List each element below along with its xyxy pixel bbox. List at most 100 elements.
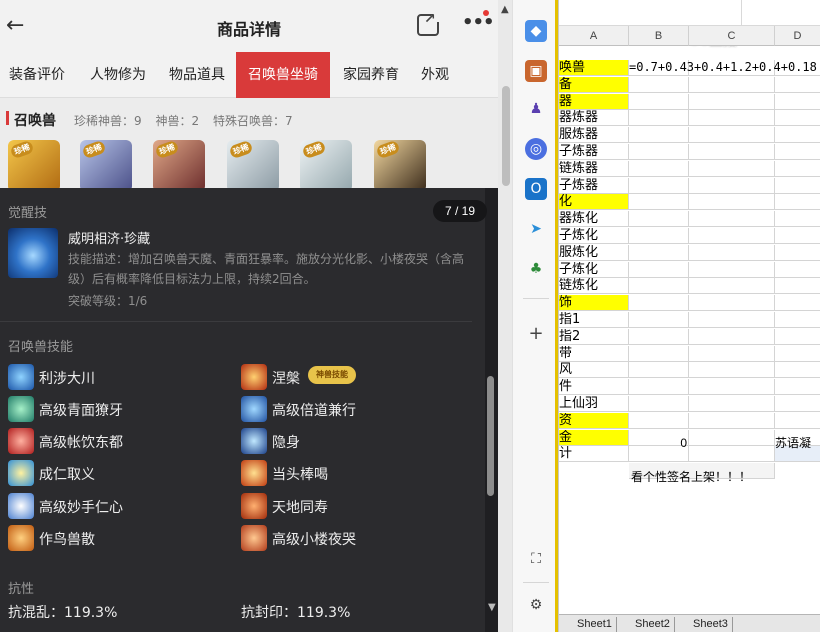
row-label-cell[interactable]: 备	[559, 77, 629, 93]
row-label-cell[interactable]: 器	[559, 94, 629, 110]
grid-cell[interactable]	[689, 413, 775, 429]
summon-avatar[interactable]: 珍稀	[227, 140, 279, 192]
formula-cell[interactable]: =0.7+0.43+0.4+1.2+0.4+0.18	[629, 60, 817, 74]
grid-cell[interactable]	[689, 362, 775, 378]
tab-summons[interactable]: 召唤兽坐骑	[236, 52, 330, 98]
grid-cell[interactable]	[775, 312, 820, 328]
grid-cell[interactable]	[629, 161, 689, 177]
grid-cell[interactable]	[775, 178, 820, 194]
row-label-cell[interactable]: 链炼化	[559, 278, 629, 294]
grid-cell[interactable]	[775, 262, 820, 278]
grid-cell[interactable]	[775, 413, 820, 429]
grid-cell[interactable]	[629, 396, 689, 412]
row-label-cell[interactable]: 金	[559, 430, 629, 446]
grid-cell[interactable]	[689, 127, 775, 143]
grid-cell[interactable]	[775, 228, 820, 244]
grid-cell[interactable]	[629, 127, 689, 143]
grid-cell[interactable]	[629, 278, 689, 294]
grid-cell[interactable]	[629, 362, 689, 378]
summon-avatar[interactable]: 珍稀	[8, 140, 60, 192]
grid-cell[interactable]	[775, 245, 820, 261]
row-label-cell[interactable]: 子炼化	[559, 262, 629, 278]
grid-cell[interactable]	[629, 77, 689, 93]
grid-cell[interactable]	[689, 396, 775, 412]
grid-cell[interactable]	[775, 77, 820, 93]
scroll-down-icon[interactable]: ▼	[488, 602, 496, 613]
grid-cell[interactable]	[775, 144, 820, 160]
summon-avatar[interactable]: 珍稀	[300, 140, 352, 192]
column-header-c[interactable]: C	[689, 26, 775, 46]
grid-cell[interactable]	[629, 312, 689, 328]
grid-cell[interactable]	[689, 194, 775, 210]
row-label-cell[interactable]: 器炼化	[559, 211, 629, 227]
grid-cell[interactable]	[689, 144, 775, 160]
row-label-cell[interactable]: 化	[559, 194, 629, 210]
grid-cell[interactable]	[775, 396, 820, 412]
tab-appearance[interactable]: 外观	[412, 52, 458, 98]
grid-cell[interactable]	[629, 379, 689, 395]
summon-avatar[interactable]: 珍稀	[374, 140, 426, 192]
send-icon[interactable]: ➤	[525, 218, 547, 240]
grid-cell[interactable]	[689, 278, 775, 294]
row-label-cell[interactable]: 风	[559, 362, 629, 378]
grid-cell[interactable]	[689, 77, 775, 93]
column-header-d[interactable]: D	[775, 26, 820, 46]
more-icon[interactable]: •••	[462, 12, 495, 33]
grid-cell[interactable]	[629, 413, 689, 429]
summon-avatar[interactable]: 珍稀	[80, 140, 132, 192]
column-header-a[interactable]: A	[559, 26, 629, 46]
grid-cell[interactable]	[689, 245, 775, 261]
gear-icon[interactable]: ⚙	[525, 594, 547, 616]
grid-cell[interactable]	[629, 346, 689, 362]
grid-cell[interactable]	[689, 178, 775, 194]
copilot-icon[interactable]: ◎	[525, 138, 547, 160]
grid-cell[interactable]	[689, 430, 775, 446]
total-value-cell[interactable]: 0	[679, 436, 687, 450]
signature-cell[interactable]: 看个性签名上架！！！	[631, 468, 751, 485]
grid-cell[interactable]	[689, 295, 775, 311]
row-label-cell[interactable]: 唤兽	[559, 60, 629, 76]
row-label-cell[interactable]: 子炼器	[559, 178, 629, 194]
grid-cell[interactable]	[775, 295, 820, 311]
row-label-cell[interactable]: 计	[559, 446, 629, 462]
grid-cell[interactable]	[775, 194, 820, 210]
row-label-cell[interactable]: 指1	[559, 312, 629, 328]
row-label-cell[interactable]: 带	[559, 346, 629, 362]
grid-cell[interactable]	[689, 228, 775, 244]
grid-cell[interactable]	[629, 211, 689, 227]
grid-cell[interactable]	[775, 362, 820, 378]
tab-cultivation[interactable]: 人物修为	[80, 52, 156, 98]
grid-cell[interactable]	[775, 94, 820, 110]
row-label-cell[interactable]: 子炼器	[559, 144, 629, 160]
briefcase-icon[interactable]: ▣	[525, 60, 547, 82]
row-label-cell[interactable]: 服炼器	[559, 127, 629, 143]
grid-cell[interactable]	[775, 346, 820, 362]
tag-icon[interactable]: ◆	[525, 20, 547, 42]
grid-cell[interactable]	[629, 110, 689, 126]
column-header-b[interactable]: B	[629, 26, 689, 46]
grid-cell[interactable]	[629, 262, 689, 278]
grid-cell[interactable]	[629, 295, 689, 311]
tree-icon[interactable]: ♣	[525, 258, 547, 280]
row-label-cell[interactable]: 上仙羽	[559, 396, 629, 412]
row-label-cell[interactable]: 子炼化	[559, 228, 629, 244]
grid-cell[interactable]	[689, 379, 775, 395]
row-label-cell[interactable]: 件	[559, 379, 629, 395]
grid-cell[interactable]	[629, 228, 689, 244]
tab-home[interactable]: 家园养育	[334, 52, 408, 98]
grid-cell[interactable]	[775, 161, 820, 177]
tab-items[interactable]: 物品道具	[160, 52, 234, 98]
people-icon[interactable]: ♟	[525, 98, 547, 120]
row-label-cell[interactable]: 资	[559, 413, 629, 429]
grid-cell[interactable]	[775, 127, 820, 143]
screenshot-icon[interactable]: ⛶	[525, 548, 547, 570]
row-label-cell[interactable]: 饰	[559, 295, 629, 311]
sheet-tab-1[interactable]: Sheet1	[573, 617, 617, 632]
grid-cell[interactable]	[689, 110, 775, 126]
grid-cell[interactable]	[689, 161, 775, 177]
add-icon[interactable]: +	[525, 322, 547, 344]
grid-cell[interactable]	[775, 379, 820, 395]
grid-cell[interactable]	[629, 245, 689, 261]
grid-cell[interactable]	[629, 144, 689, 160]
grid-cell[interactable]	[629, 94, 689, 110]
